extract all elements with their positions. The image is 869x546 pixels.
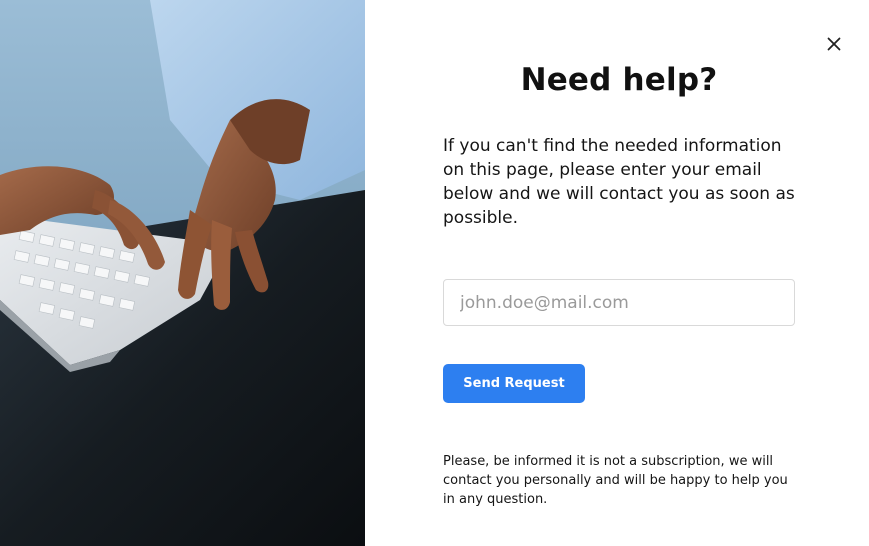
dialog-description: If you can't find the needed information… [443, 136, 795, 228]
help-dialog: Need help? If you can't find the needed … [0, 0, 869, 546]
keyboard-illustration [0, 0, 365, 546]
close-icon [827, 37, 841, 51]
send-request-button[interactable]: Send Request [443, 364, 585, 403]
dialog-note: Please, be informed it is not a subscrip… [443, 454, 788, 507]
keyboard-photo [0, 0, 365, 546]
dialog-content: Need help? If you can't find the needed … [365, 0, 869, 546]
dialog-title: Need help? [520, 62, 718, 98]
email-input[interactable] [443, 279, 795, 326]
close-button[interactable] [825, 35, 843, 53]
